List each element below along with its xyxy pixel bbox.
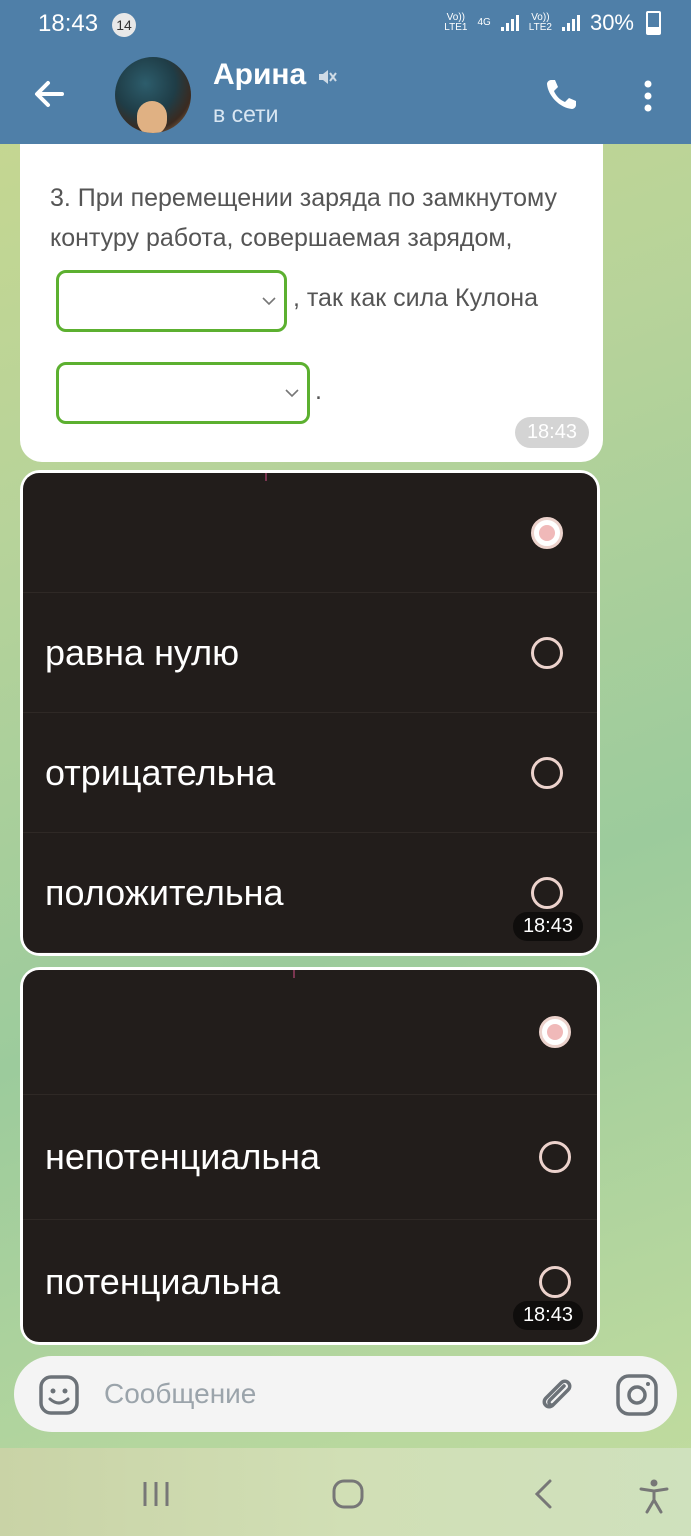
option-row[interactable]: отрицательна <box>23 713 597 833</box>
option-row[interactable] <box>23 970 597 1095</box>
chevron-down-icon <box>285 389 299 398</box>
option-row[interactable] <box>23 473 597 593</box>
message-bubble-options-2[interactable]: непотенциальна потенциальна 18:43 <box>20 967 600 1345</box>
question-text: 3. При перемещении заряда по замкнутому … <box>50 184 557 252</box>
chevron-down-icon <box>262 297 276 306</box>
option-row[interactable]: равна нулю <box>23 593 597 713</box>
chat-header: Арина в сети <box>0 48 691 144</box>
mute-icon <box>319 70 337 84</box>
emoji-icon[interactable] <box>38 1374 80 1416</box>
network-lte2: Vo)) LTE2 <box>528 12 552 33</box>
answer-select-2[interactable] <box>56 362 310 424</box>
accessibility-icon[interactable] <box>638 1478 670 1514</box>
back-arrow-icon[interactable] <box>30 74 70 114</box>
options-panel: непотенциальна потенциальна 18:43 <box>23 970 597 1342</box>
message-bubble-options-1[interactable]: равна нулю отрицательна положительна 18:… <box>20 470 600 956</box>
camera-icon[interactable] <box>614 1372 660 1418</box>
message-time: 18:43 <box>512 912 583 941</box>
signal-icon-2 <box>561 15 580 31</box>
status-icons: Vo)) LTE1 4G Vo)) LTE2 30% <box>444 10 661 36</box>
message-input[interactable]: Сообщение <box>104 1378 256 1410</box>
options-panel: равна нулю отрицательна положительна 18:… <box>23 473 597 953</box>
radio-icon[interactable] <box>531 636 563 669</box>
system-nav-bar <box>0 1448 691 1536</box>
question-text-continued: , так как сила Кулона <box>293 284 539 312</box>
recent-apps-icon[interactable] <box>140 1478 172 1510</box>
option-row[interactable]: непотенциальна <box>23 1095 597 1220</box>
battery-icon <box>646 11 661 35</box>
status-time: 18:43 <box>38 10 99 37</box>
radio-icon[interactable] <box>531 756 563 789</box>
answer-select-1[interactable] <box>56 270 287 332</box>
battery-percent: 30% <box>589 10 634 35</box>
signal-icon <box>500 15 519 31</box>
message-input-bar: Сообщение <box>14 1356 677 1432</box>
question-text-end: . <box>315 377 322 405</box>
radio-selected-icon[interactable] <box>531 516 563 549</box>
option-label: отрицательна <box>45 751 276 793</box>
option-label: непотенциальна <box>45 1136 321 1177</box>
radio-selected-icon[interactable] <box>539 1016 571 1048</box>
option-row[interactable]: положительна <box>23 833 597 953</box>
option-label: равна нулю <box>45 631 240 673</box>
network-lte1: Vo)) LTE1 <box>444 12 468 33</box>
avatar[interactable] <box>115 57 191 133</box>
back-nav-icon[interactable] <box>530 1478 556 1510</box>
paperclip-icon[interactable] <box>534 1372 580 1418</box>
notification-badge: 14 <box>112 13 136 37</box>
radio-icon[interactable] <box>539 1266 571 1298</box>
phone-icon[interactable] <box>542 74 582 114</box>
option-label: положительна <box>45 871 284 913</box>
network-4g: 4G <box>477 17 491 28</box>
message-time: 18:43 <box>514 417 589 448</box>
message-time: 18:43 <box>512 1301 583 1330</box>
radio-icon[interactable] <box>531 876 563 909</box>
radio-icon[interactable] <box>539 1141 571 1173</box>
home-icon[interactable] <box>331 1478 365 1510</box>
option-label: потенциальна <box>45 1261 281 1302</box>
contact-status: в сети <box>213 101 279 127</box>
status-bar: 18:43 14 Vo)) LTE1 4G Vo)) LTE2 30% <box>0 0 691 48</box>
option-row[interactable]: потенциальна <box>23 1220 597 1342</box>
more-vertical-icon[interactable] <box>638 76 658 116</box>
message-bubble-question[interactable]: 3. При перемещении заряда по замкнутому … <box>20 144 603 462</box>
contact-name[interactable]: Арина <box>213 58 306 92</box>
